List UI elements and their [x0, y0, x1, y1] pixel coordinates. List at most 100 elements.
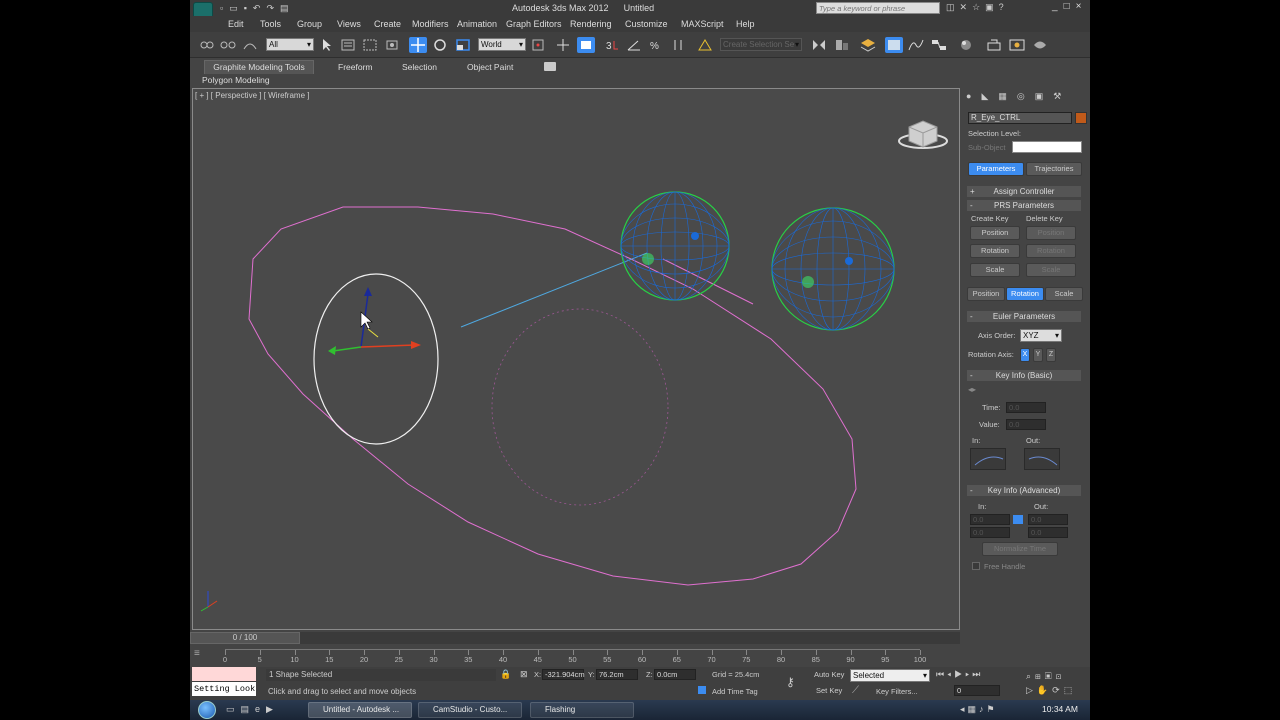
angle-snap-icon[interactable] [625, 37, 643, 53]
pan-icon[interactable]: ✋ [1037, 685, 1052, 695]
maxscript-listener-white[interactable]: Setting Look [192, 682, 256, 696]
render-setup-icon[interactable] [985, 37, 1003, 53]
time-slider[interactable]: 0 / 100 [190, 632, 960, 644]
ribbon-tab-object-paint[interactable]: Object Paint [467, 62, 513, 72]
mode-rotation-button[interactable]: Rotation [1006, 287, 1044, 301]
percent-snap-icon[interactable]: % [647, 37, 665, 53]
value-field[interactable]: 0.0 [1006, 419, 1046, 430]
ribbon-tab-graphite[interactable]: Graphite Modeling Tools [204, 60, 314, 74]
timeline-ruler[interactable]: 0 5 10 15 20 25 30 35 40 45 50 55 60 65 70 75 80 85 90 95 10… [223, 649, 926, 667]
tray-volume-icon[interactable]: ♪ [979, 704, 987, 714]
ribbon-tab-selection[interactable]: Selection [402, 62, 437, 72]
z-coordinate-field[interactable]: 0.0cm [654, 669, 696, 680]
ie-icon[interactable]: e [255, 704, 266, 714]
named-selection-dropdown[interactable]: Create Selection Se [720, 38, 802, 51]
unlink-icon[interactable] [219, 37, 237, 53]
perspective-viewport[interactable]: [ + ] [ Perspective ] [ Wireframe ] [192, 88, 960, 630]
x-coordinate-field[interactable]: -321.904cm [542, 669, 585, 680]
keyboard-shortcut-icon[interactable] [577, 37, 595, 53]
open-file-icon[interactable]: ▭ [229, 3, 244, 13]
delete-scale-key-button[interactable]: Scale [1026, 263, 1076, 277]
time-slider-thumb[interactable]: 0 / 100 [190, 632, 300, 644]
object-name-field[interactable]: R_Eye_CTRL [968, 112, 1072, 124]
menu-modifiers[interactable]: Modifiers [412, 19, 449, 29]
menu-help[interactable]: Help [736, 19, 755, 29]
set-key-icon[interactable]: ⚷ [786, 675, 795, 689]
delete-rotation-key-button[interactable]: Rotation [1026, 244, 1076, 258]
lock-handle-icon[interactable] [1013, 515, 1023, 524]
adv-in-field-2[interactable]: 0.0 [970, 527, 1010, 538]
create-tab-icon[interactable]: ● [966, 91, 981, 101]
menu-group[interactable]: Group [297, 19, 322, 29]
schematic-view-icon[interactable] [930, 37, 948, 53]
adv-out-field[interactable]: 0.0 [1028, 514, 1068, 525]
time-field[interactable]: 0.0 [1006, 402, 1046, 413]
assign-controller-rollout[interactable]: + Assign Controller [967, 186, 1081, 197]
hierarchy-tab-icon[interactable]: ▦ [998, 91, 1017, 101]
motion-tab-icon[interactable]: ◎ [1017, 91, 1035, 101]
edit-named-selection-icon[interactable] [696, 37, 714, 53]
render-production-icon[interactable] [1031, 37, 1049, 53]
prev-next-key-icon[interactable]: ◂▸ [968, 385, 976, 394]
key-info-advanced-rollout[interactable]: - Key Info (Advanced) [967, 485, 1081, 496]
adv-in-field[interactable]: 0.0 [970, 514, 1010, 525]
auto-key-button[interactable]: Auto Key [814, 670, 844, 679]
orbit-icon[interactable]: ⟳ [1052, 685, 1064, 695]
modify-tab-icon[interactable]: ◣ [981, 91, 998, 101]
project-folder-icon[interactable]: ▤ [280, 3, 295, 13]
ribbon-subtab-polygon-modeling[interactable]: Polygon Modeling [202, 75, 270, 85]
zoom-all-icon[interactable]: ⊞ [1035, 671, 1045, 681]
select-by-name-icon[interactable] [339, 37, 357, 53]
tray-flag-icon[interactable]: ⚑ [987, 704, 998, 714]
adv-out-field-2[interactable]: 0.0 [1028, 527, 1068, 538]
maximize-icon[interactable]: □ [1064, 1, 1076, 12]
key-filters-button[interactable]: Key Filters... [876, 687, 918, 696]
menu-views[interactable]: Views [337, 19, 361, 29]
key-info-basic-rollout[interactable]: - Key Info (Basic) [967, 370, 1081, 381]
mode-position-button[interactable]: Position [967, 287, 1005, 301]
y-coordinate-field[interactable]: 76.2cm [596, 669, 638, 680]
taskbar-item-flashing[interactable]: Flashing [530, 702, 634, 718]
bind-spacewarp-icon[interactable] [241, 37, 259, 53]
taskbar-item-3dsmax[interactable]: Untitled - Autodesk ... [308, 702, 412, 718]
current-frame-field[interactable]: 0 [954, 685, 1000, 696]
key-filter-icon[interactable]: ⟋ [852, 685, 859, 696]
zoom-icon[interactable]: ⌕ [1026, 671, 1035, 681]
layer-manager-icon[interactable] [859, 37, 877, 53]
menu-edit[interactable]: Edit [228, 19, 244, 29]
ribbon-options-icon[interactable] [544, 62, 556, 71]
rotation-axis-z-button[interactable]: Z [1046, 348, 1056, 362]
mini-curve-editor-icon[interactable]: ≡ [194, 648, 208, 662]
close-icon[interactable]: × [1076, 1, 1088, 12]
tray-arrow-icon[interactable]: ◂ [960, 704, 968, 714]
in-tangent-button[interactable] [970, 448, 1006, 470]
create-scale-key-button[interactable]: Scale [970, 263, 1020, 277]
pivot-center-icon[interactable] [529, 37, 547, 53]
delete-position-key-button[interactable]: Position [1026, 226, 1076, 240]
sub-object-dropdown[interactable] [1012, 141, 1082, 153]
select-rotate-icon[interactable] [431, 37, 449, 53]
track-bar[interactable]: ≡ 0 5 10 15 20 25 30 35 40 45 50 55 60 65 70 75 80 85 90 95… [190, 645, 960, 667]
set-key-button[interactable]: Set Key [816, 686, 842, 695]
menu-graph-editors[interactable]: Graph Editors [506, 19, 562, 29]
reference-coord-dropdown[interactable]: World [478, 38, 526, 51]
graphite-toggle-icon[interactable] [885, 37, 903, 53]
mirror-icon[interactable] [810, 37, 828, 53]
create-position-key-button[interactable]: Position [970, 226, 1020, 240]
menu-rendering[interactable]: Rendering [570, 19, 612, 29]
menu-animation[interactable]: Animation [457, 19, 497, 29]
mode-scale-button[interactable]: Scale [1045, 287, 1083, 301]
media-icon[interactable]: ▶ [266, 704, 279, 714]
go-to-start-icon[interactable]: ⏮ [936, 669, 947, 679]
align-icon[interactable] [833, 37, 851, 53]
save-file-icon[interactable]: ▪ [244, 3, 253, 13]
communication-icon[interactable]: ▣ [985, 2, 999, 12]
rendered-frame-icon[interactable] [1008, 37, 1026, 53]
start-button-icon[interactable] [198, 701, 216, 719]
time-tag-icon[interactable] [698, 686, 706, 694]
add-time-tag-button[interactable]: Add Time Tag [712, 687, 758, 696]
link-icon[interactable] [198, 37, 216, 53]
minimize-icon[interactable]: _ [1052, 1, 1064, 12]
play-icon[interactable]: ▶ [954, 669, 965, 679]
selection-filter-dropdown[interactable]: All [266, 38, 314, 51]
